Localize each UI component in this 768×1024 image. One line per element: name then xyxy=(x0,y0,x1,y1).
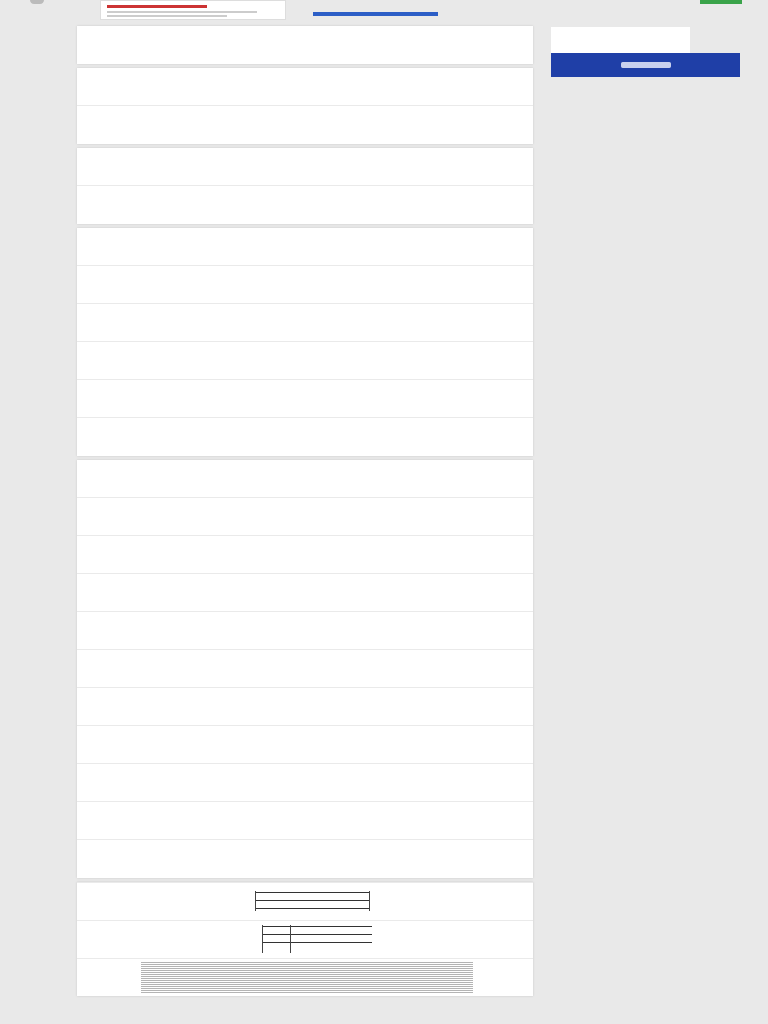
document-tags[interactable] xyxy=(452,10,666,16)
figure-axis xyxy=(262,925,263,953)
document-page-placeholder xyxy=(77,304,533,342)
figure-line xyxy=(255,908,369,909)
ad-banner-image xyxy=(621,62,671,68)
ad-text xyxy=(551,27,690,53)
ad-banner[interactable] xyxy=(551,53,740,77)
page-group xyxy=(77,460,533,878)
document-page-placeholder xyxy=(77,380,533,418)
figure-line xyxy=(255,900,369,901)
document-page-placeholder xyxy=(77,418,533,456)
rendered-page-group xyxy=(77,882,533,996)
thumbnail-line xyxy=(107,15,227,17)
page-group xyxy=(77,228,533,456)
document-page-placeholder xyxy=(77,68,533,106)
document-page-placeholder xyxy=(77,764,533,802)
document-page-placeholder xyxy=(77,840,533,878)
document-page-placeholder xyxy=(77,106,533,144)
thumbnail-title-bar xyxy=(107,5,207,8)
document-page-placeholder xyxy=(77,688,533,726)
document-page-placeholder xyxy=(77,726,533,764)
document-page-placeholder xyxy=(77,148,533,186)
figure-line xyxy=(262,926,372,927)
document-page-placeholder xyxy=(77,228,533,266)
document-page-placeholder xyxy=(77,342,533,380)
site-logo-icon[interactable] xyxy=(30,0,44,4)
download-button[interactable] xyxy=(313,12,438,16)
figure-line xyxy=(262,934,372,935)
document-page-placeholder xyxy=(77,574,533,612)
rendered-figure-row xyxy=(77,920,533,958)
document-page-placeholder xyxy=(77,186,533,224)
document-page-placeholder xyxy=(77,650,533,688)
figure-axis xyxy=(369,891,370,911)
document-page-placeholder xyxy=(77,460,533,498)
document-page-placeholder xyxy=(77,536,533,574)
figure-line xyxy=(262,942,372,943)
sidebar-advertisement[interactable] xyxy=(551,27,740,77)
document-page-placeholder xyxy=(77,612,533,650)
rendered-text-row xyxy=(77,958,533,996)
thumbnail-line xyxy=(107,11,257,13)
document-page-placeholder xyxy=(77,26,533,64)
document-thumbnail[interactable] xyxy=(100,0,286,20)
upgrade-button[interactable] xyxy=(700,0,742,4)
top-header xyxy=(0,0,768,22)
figure-line xyxy=(255,892,369,893)
document-page-placeholder xyxy=(77,266,533,304)
rendered-figure-row xyxy=(77,882,533,920)
page-group xyxy=(77,68,533,144)
document-page-placeholder xyxy=(77,498,533,536)
page-group xyxy=(77,26,533,64)
document-viewer xyxy=(77,26,533,1000)
document-page-placeholder xyxy=(77,802,533,840)
rendered-text-block xyxy=(141,962,473,994)
figure-axis xyxy=(255,891,256,911)
page-group xyxy=(77,148,533,224)
figure-axis xyxy=(290,925,291,953)
